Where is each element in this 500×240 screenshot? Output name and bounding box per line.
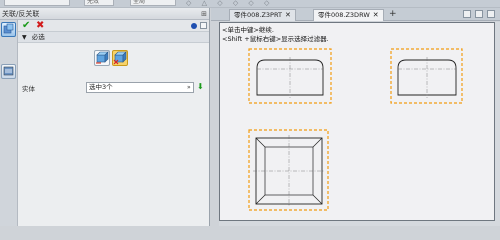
left-panel: 关联/反关联 ⊞ ✔ ✖ ▼ 必选 实体 选中3个 » ⬇ <box>0 8 210 226</box>
panel-title-bar: 关联/反关联 ⊞ <box>0 8 209 20</box>
vertical-scrollbar[interactable] <box>495 22 500 221</box>
dropdown-double-chevron-icon[interactable]: » <box>187 84 191 91</box>
drawing-canvas[interactable]: <单击中键>继续. <Shift +鼠标右键>显示选择过滤器. <box>219 22 495 221</box>
sidebar-history-icon[interactable] <box>1 64 16 79</box>
close-icon[interactable]: ✕ <box>285 11 291 19</box>
action-bar: ✔ ✖ <box>18 20 209 32</box>
sidebar-command-icon[interactable] <box>1 22 16 37</box>
cancel-x-icon[interactable]: ✖ <box>36 20 44 32</box>
entity-field-label: 实体 <box>22 85 35 93</box>
tab-label: 零件008.Z3PRT <box>234 11 282 19</box>
top-combo-2[interactable]: 无效 <box>84 0 114 6</box>
section-required[interactable]: ▼ 必选 <box>18 32 209 43</box>
pin-icon[interactable]: ⊞ <box>201 8 207 20</box>
toolbar-tool-icons[interactable]: ◇ △ ◇ ◇ ◇ ◇ <box>186 0 273 7</box>
app-window: 无效 全局 ◇ △ ◇ ◇ ◇ ◇ 关联/反关联 ⊞ ✔ ✖ ▼ 必选 实体 选… <box>0 0 500 226</box>
add-tab-icon[interactable]: + <box>389 8 397 20</box>
top-toolbar: 无效 全局 ◇ △ ◇ ◇ ◇ ◇ <box>0 0 500 8</box>
entity-field-row: 实体 选中3个 » ⬇ <box>20 82 206 94</box>
pick-arrow-icon[interactable]: ⬇ <box>197 82 204 91</box>
restore-window-icon[interactable] <box>463 10 471 18</box>
tab-part-prt[interactable]: 零件008.Z3PRT ✕ <box>229 9 296 21</box>
top-combo-3[interactable]: 全局 <box>130 0 176 6</box>
window-menu-icon[interactable] <box>487 10 495 18</box>
ok-check-icon[interactable]: ✔ <box>22 20 30 32</box>
close-window-icon[interactable] <box>475 10 483 18</box>
info-icon[interactable] <box>200 22 207 29</box>
drawing-view-side[interactable] <box>390 48 463 104</box>
sidebar <box>0 20 18 226</box>
associate-mode-button[interactable] <box>94 50 110 66</box>
entity-field-input[interactable]: 选中3个 <box>86 82 194 93</box>
drawing-view-front[interactable] <box>248 48 332 104</box>
close-icon[interactable]: ✕ <box>373 11 379 19</box>
horizontal-scrollbar[interactable] <box>219 221 500 226</box>
top-combo-1[interactable] <box>4 0 70 6</box>
disassociate-mode-button[interactable] <box>112 50 128 66</box>
tab-label: 零件008.Z3DRW <box>318 11 370 19</box>
drawing-view-top[interactable] <box>248 129 329 211</box>
document-tab-bar: 零件008.Z3PRT ✕ 零件008.Z3DRW ✕ + <box>211 8 500 21</box>
help-icon[interactable] <box>191 23 197 29</box>
caret-down-icon: ▼ <box>22 34 27 41</box>
command-panel: ✔ ✖ ▼ 必选 实体 选中3个 » ⬇ <box>18 20 209 226</box>
panel-title: 关联/反关联 <box>2 10 40 18</box>
tab-part-drw[interactable]: 零件008.Z3DRW ✕ <box>313 9 384 21</box>
section-label: 必选 <box>31 33 45 41</box>
